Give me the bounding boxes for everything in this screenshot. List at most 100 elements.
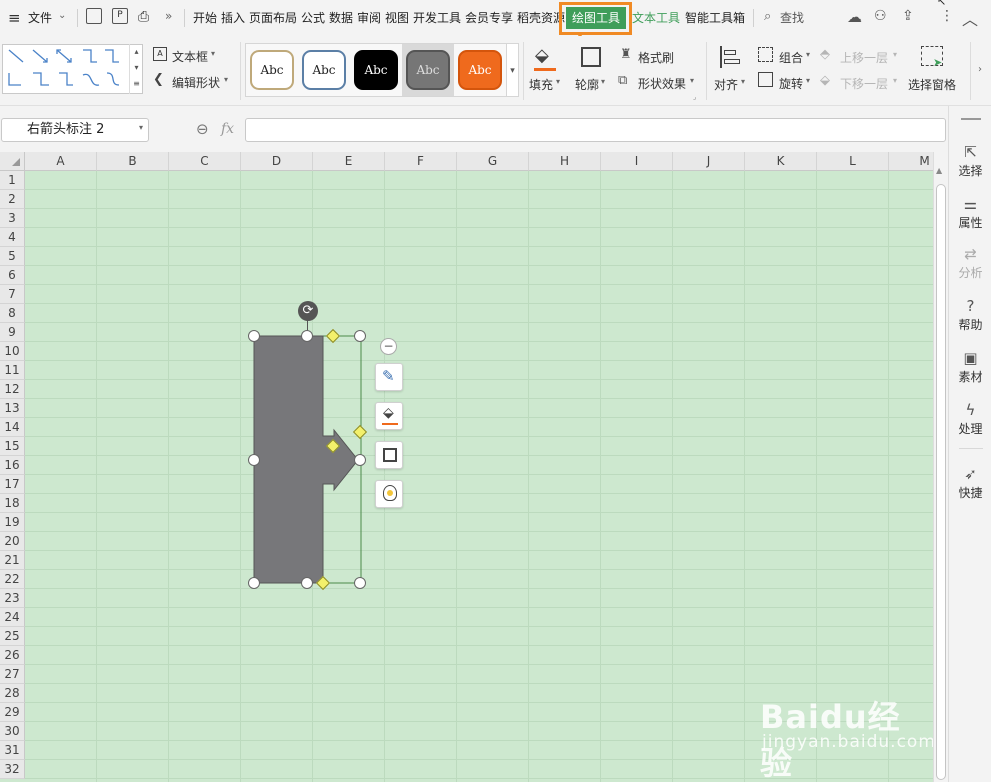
style-gray[interactable]: Abc [406,50,450,90]
resize-handle-bottom-left[interactable] [248,577,260,589]
outline-button[interactable]: 轮廓 [575,76,599,93]
column-header[interactable]: F [385,152,457,171]
line-shapes-gallery[interactable] [2,44,143,94]
style-white-gold[interactable]: Abc [250,50,294,90]
column-header[interactable]: I [601,152,673,171]
name-box[interactable]: 右箭头标注 2 [1,118,149,142]
resize-handle-middle-right[interactable] [354,454,366,466]
side-materials[interactable]: ▣ 素材 [949,348,991,385]
row-header[interactable]: 5 [0,247,25,266]
side-select[interactable]: ⇱ 选择 [949,142,991,179]
row-header[interactable]: 31 [0,741,25,760]
side-help[interactable]: ? 帮助 [949,296,991,333]
row-header[interactable]: 12 [0,380,25,399]
shape-style-brush-button[interactable]: ✎ [375,363,403,391]
row-header[interactable]: 14 [0,418,25,437]
chevron-down-icon[interactable]: ⌄ [58,10,66,21]
file-menu[interactable]: 文件 [28,11,52,25]
resize-handle-top-left[interactable] [248,330,260,342]
column-header[interactable]: K [745,152,817,171]
row-header[interactable]: 22 [0,570,25,589]
share-user-icon[interactable]: ⚇ [874,8,887,24]
chevron-down-icon[interactable]: ▾ [139,123,143,132]
tab-text-tools[interactable]: 文本工具 [632,11,680,25]
share-icon[interactable]: ⇪ [902,8,914,24]
style-black[interactable]: Abc [354,50,398,90]
column-header[interactable]: M [889,152,933,171]
resize-handle-bottom-right[interactable] [354,577,366,589]
save-icon[interactable] [86,8,102,24]
format-painter-button[interactable]: 格式刷 [638,49,674,66]
collapse-ribbon-icon[interactable]: ︿ [962,6,978,30]
right-arrow-callout-shape[interactable] [250,332,370,592]
row-header[interactable]: 27 [0,665,25,684]
resize-handle-top-right[interactable] [354,330,366,342]
row-header[interactable]: 18 [0,494,25,513]
cloud-sync-icon[interactable]: ☁ [847,8,862,26]
style-orange[interactable]: Abc [458,50,502,90]
row-header[interactable]: 3 [0,209,25,228]
row-header[interactable]: 21 [0,551,25,570]
tab-member[interactable]: 会员专享 [465,11,513,25]
row-header[interactable]: 4 [0,228,25,247]
column-header[interactable]: D [241,152,313,171]
ribbon-scroll-right-icon[interactable]: › [978,64,982,75]
column-header[interactable]: A [25,152,97,171]
gallery-scroll[interactable]: ▴ ▾ ≡ [129,44,143,94]
scroll-thumb[interactable] [936,184,946,780]
row-header[interactable]: 24 [0,608,25,627]
side-quick[interactable]: ➶ 快捷 [949,464,991,501]
shape-effects-button[interactable]: 形状效果 [638,75,686,92]
row-header[interactable]: 2 [0,190,25,209]
tab-formulas[interactable]: 公式 [301,11,325,25]
row-header[interactable]: 32 [0,760,25,779]
resize-handle-middle-left[interactable] [248,454,260,466]
edit-shape-button[interactable]: 编辑形状 [172,74,220,91]
row-header[interactable]: 11 [0,361,25,380]
row-header[interactable]: 17 [0,475,25,494]
textbox-button[interactable]: 文本框 [172,48,208,65]
row-header[interactable]: 8 [0,304,25,323]
row-header[interactable]: 19 [0,513,25,532]
tab-page-layout[interactable]: 页面布局 [249,11,297,25]
zoom-formula-icon[interactable]: ⊖ [196,120,209,138]
resize-handle-bottom-center[interactable] [301,577,313,589]
column-header[interactable]: H [529,152,601,171]
print-icon[interactable]: ⎙ [138,9,149,25]
row-header[interactable]: 25 [0,627,25,646]
side-analysis[interactable]: ⇄ 分析 [949,244,991,281]
row-header[interactable]: 1 [0,171,25,190]
more-options-icon[interactable]: ⋮ [940,8,954,24]
tab-smart-toolbox[interactable]: 智能工具箱 [685,11,745,25]
bring-forward-button[interactable]: 上移一层 [840,49,888,66]
group-button[interactable]: 组合 [779,49,803,66]
tab-home[interactable]: 开始 [193,11,217,25]
tab-docer[interactable]: 稻壳资源 [517,11,565,25]
dialog-launcher-icon[interactable]: ⌟ [693,93,696,101]
fill-button[interactable]: 填充 [529,76,553,93]
send-backward-button[interactable]: 下移一层 [840,75,888,92]
selection-pane-button[interactable]: 选择窗格 [908,76,956,93]
shape-outline-button[interactable] [375,441,403,469]
resize-handle-top-center[interactable] [301,330,313,342]
rotate-button[interactable]: 旋转 [779,75,803,92]
row-header[interactable]: 23 [0,589,25,608]
column-header[interactable]: L [817,152,889,171]
tab-data[interactable]: 数据 [329,11,353,25]
row-header[interactable]: 15 [0,437,25,456]
row-header[interactable]: 26 [0,646,25,665]
rotate-handle-icon[interactable]: ⟳ [298,301,318,321]
tab-insert[interactable]: 插入 [221,11,245,25]
column-header[interactable]: J [673,152,745,171]
shape-effects-button[interactable] [375,480,403,508]
tab-review[interactable]: 审阅 [357,11,381,25]
side-properties[interactable]: ⚌ 属性 [949,194,991,231]
side-process[interactable]: ϟ 处理 [949,400,991,437]
row-header[interactable]: 6 [0,266,25,285]
column-header[interactable]: E [313,152,385,171]
panel-collapse-bar[interactable] [961,118,981,120]
row-header[interactable]: 29 [0,703,25,722]
fx-button[interactable]: fx [221,121,234,137]
tab-view[interactable]: 视图 [385,11,409,25]
formula-input[interactable] [245,118,946,142]
